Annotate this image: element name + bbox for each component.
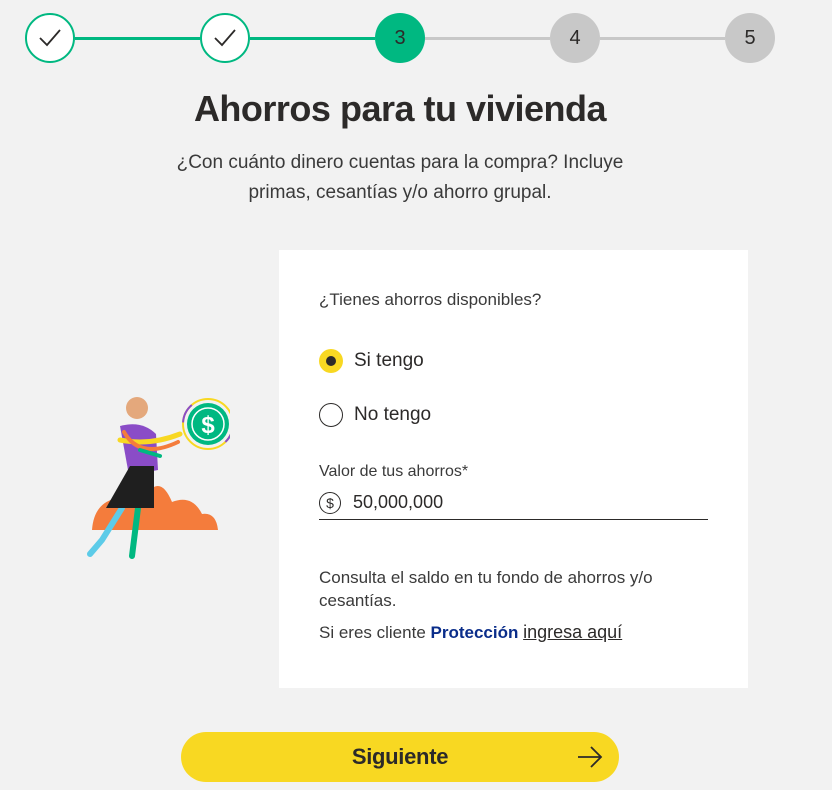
check-icon bbox=[214, 29, 236, 47]
balance-note: Consulta el saldo en tu fondo de ahorros… bbox=[319, 568, 653, 610]
step-connector bbox=[250, 37, 375, 40]
savings-form-card: ¿Tienes ahorros disponibles? Si tengo No… bbox=[279, 250, 748, 688]
svg-text:$: $ bbox=[201, 412, 215, 439]
subtitle-line: ¿Con cuánto dinero cuentas para la compr… bbox=[176, 152, 624, 173]
option-label: No tengo bbox=[354, 404, 432, 425]
option-label: Si tengo bbox=[354, 350, 424, 371]
check-icon bbox=[39, 29, 61, 47]
page-title: Ahorros para tu vivienda bbox=[193, 88, 607, 129]
option-si-tengo[interactable]: Si tengo bbox=[319, 349, 424, 373]
next-button-label: Siguiente bbox=[351, 744, 449, 769]
step-number: 3 bbox=[394, 26, 406, 49]
step-2[interactable] bbox=[200, 13, 250, 63]
page-subtitle: ¿Con cuánto dinero cuentas para la compr… bbox=[150, 148, 650, 208]
currency-icon: $ bbox=[319, 491, 341, 514]
next-button[interactable]: Siguiente bbox=[181, 732, 619, 782]
radio-button[interactable] bbox=[319, 403, 343, 427]
option-no-tengo[interactable]: No tengo bbox=[319, 403, 431, 427]
client-prefix: Si eres cliente bbox=[319, 623, 426, 642]
savings-amount-input[interactable] bbox=[353, 492, 693, 513]
step-number: 5 bbox=[744, 26, 756, 49]
step-connector bbox=[75, 37, 200, 40]
radio-button-checked[interactable] bbox=[319, 349, 343, 373]
savings-amount-label: Valor de tus ahorros* bbox=[319, 463, 469, 480]
login-link[interactable]: ingresa aquí bbox=[523, 622, 622, 642]
subtitle-line: primas, cesantías y/o ahorro grupal. bbox=[248, 182, 552, 203]
savings-illustration: $ bbox=[87, 397, 230, 559]
step-4: 4 bbox=[550, 13, 600, 63]
client-line: Si eres cliente Protección ingresa aquí bbox=[319, 622, 622, 643]
step-3: 3 bbox=[375, 13, 425, 63]
step-number: 4 bbox=[569, 26, 581, 49]
arrow-right-icon bbox=[578, 746, 603, 768]
savings-amount-field[interactable]: $ bbox=[319, 486, 708, 520]
step-connector bbox=[425, 37, 550, 40]
step-1[interactable] bbox=[25, 13, 75, 63]
progress-stepper: 3 4 5 bbox=[0, 0, 832, 80]
savings-question: ¿Tienes ahorros disponibles? bbox=[319, 290, 542, 309]
brand-name: Protección bbox=[430, 623, 519, 642]
step-5: 5 bbox=[725, 13, 775, 63]
step-connector bbox=[600, 37, 725, 40]
